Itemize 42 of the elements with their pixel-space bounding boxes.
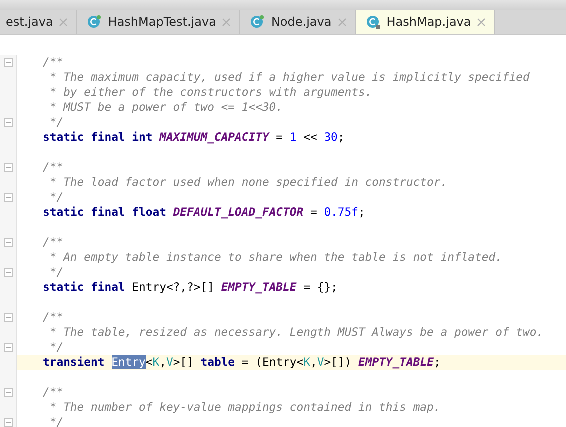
code-line: */ — [48, 340, 65, 355]
fold-marker-icon[interactable] — [4, 118, 12, 127]
code-line: * The load factor used when none specified in constructor. — [48, 175, 449, 190]
code-line: static final int MAXIMUM_CAPACITY = 1 << 30; — [42, 130, 346, 145]
code-line: * The number of key-value mappings contained in this map. — [48, 400, 442, 415]
class-icon — [250, 14, 266, 30]
code-line: * MUST be a power of two <= 1<<30. — [48, 100, 284, 115]
fold-marker-icon[interactable] — [4, 343, 12, 352]
code-line: */ — [48, 415, 65, 427]
editor-tab[interactable]: HashMap.java — [356, 10, 496, 34]
code-line: static final float DEFAULT_LOAD_FACTOR = 0.75f; — [42, 205, 366, 220]
code-line: /** — [42, 235, 65, 250]
tab-label: HashMapTest.java — [108, 15, 216, 29]
code-line: /** — [42, 310, 65, 325]
close-icon[interactable] — [477, 18, 486, 26]
close-icon[interactable] — [59, 18, 68, 26]
fold-marker-icon[interactable] — [4, 388, 12, 397]
tab-label: est.java — [6, 15, 54, 29]
fold-marker-icon[interactable] — [4, 313, 12, 322]
fold-marker-icon[interactable] — [4, 418, 12, 427]
code-line: */ — [48, 265, 65, 280]
code-line: /** — [42, 160, 65, 175]
code-line: * The table, resized as necessary. Length MUST Always be a power of two. — [48, 325, 545, 340]
fold-marker-icon[interactable] — [4, 238, 12, 247]
close-icon[interactable] — [222, 18, 232, 26]
fold-marker-icon[interactable] — [4, 193, 12, 202]
fold-marker-icon[interactable] — [4, 58, 12, 67]
code-line: * The maximum capacity, used if a higher value is implicitly specified — [48, 70, 531, 85]
class-icon — [87, 14, 102, 30]
fold-marker-icon[interactable] — [4, 268, 12, 277]
close-icon[interactable] — [338, 18, 347, 26]
tab-label: HashMap.java — [386, 15, 472, 29]
code-line: * by either of the constructors with arguments. — [48, 85, 374, 100]
tab-label: Node.java — [271, 15, 332, 29]
code-line: */ — [48, 190, 65, 205]
code-line: * An empty table instance to share when the table is not inflated. — [48, 250, 504, 265]
code-line: static final Entry<?,?>[] EMPTY_TABLE = {}; — [42, 280, 339, 295]
code-line: */ — [48, 115, 65, 130]
code-line: /** — [42, 385, 65, 400]
fold-marker-icon[interactable] — [4, 163, 12, 172]
locked-class-icon — [366, 14, 381, 30]
code-line: /** — [42, 55, 65, 70]
